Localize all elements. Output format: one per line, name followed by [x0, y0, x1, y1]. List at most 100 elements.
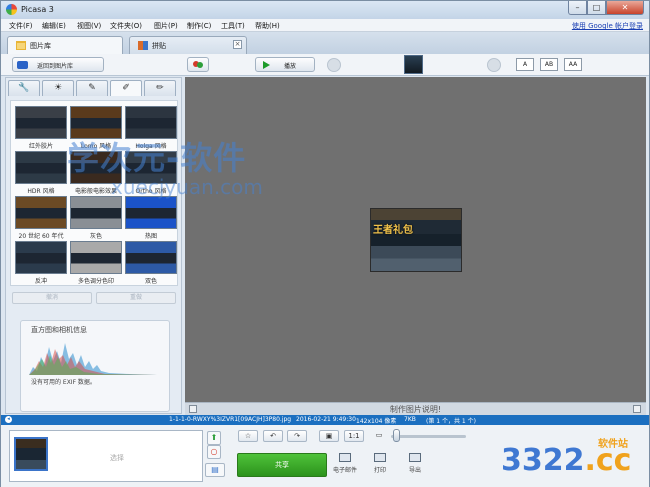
caption-right-box[interactable]	[633, 405, 641, 413]
rotate-right-button[interactable]: ↷	[287, 430, 307, 442]
picasa-logo-icon	[6, 4, 17, 15]
status-filename: 1-1-1-0-RWXY%3IZVR1[09ACJH]3P80.jpg	[169, 416, 292, 423]
effect-label: HDR 风格	[27, 188, 55, 195]
text-size-medium[interactable]: AB	[540, 58, 558, 71]
tray-box: 选择	[9, 430, 203, 482]
tab-tuning[interactable]: ☀	[42, 80, 74, 96]
tray-thumbnail[interactable]	[14, 437, 48, 471]
effect-preview[interactable]	[15, 196, 67, 229]
effect-label: 反冲	[34, 278, 47, 285]
google-signin-link[interactable]: 使用 Google 帐户登录	[572, 21, 643, 31]
menu-create[interactable]: 制作(C)	[187, 21, 211, 31]
menu-edit[interactable]: 编辑(E)	[42, 21, 66, 31]
effect-label: 灰色	[89, 233, 102, 240]
rotate-left-icon: ↶	[270, 432, 276, 440]
redo-button[interactable]: 重做	[96, 292, 176, 304]
status-dimensions: 142x104 像素	[356, 418, 397, 425]
main-photo[interactable]: 王者礼包	[370, 208, 462, 272]
status-nav-icon[interactable]: ◂	[5, 416, 12, 423]
star-button[interactable]: ☆	[238, 430, 258, 442]
effect-tile[interactable]: 红外胶片	[15, 106, 67, 150]
menu-file[interactable]: 文件(F)	[9, 21, 33, 31]
effect-tile[interactable]: 双色	[125, 241, 177, 285]
effect-tile[interactable]: 20 世纪 60 年代	[15, 196, 67, 240]
effect-tile[interactable]: 热图	[125, 196, 177, 240]
collaborate-icon	[193, 61, 203, 68]
tab-strip: 图片库 拼贴 ×	[1, 32, 649, 54]
play-icon	[263, 61, 270, 69]
effect-preview[interactable]	[15, 106, 67, 139]
histogram-title: 直方图和相机信息	[31, 326, 87, 334]
minimize-button[interactable]: –	[568, 1, 587, 15]
actual-size-button[interactable]: 1:1	[344, 430, 364, 442]
effect-preview[interactable]	[70, 196, 122, 229]
tab-close-icon[interactable]: ×	[233, 40, 242, 49]
close-button[interactable]: ✕	[606, 1, 644, 15]
prev-photo-button[interactable]	[327, 58, 341, 72]
play-slideshow-button[interactable]: 播放	[255, 57, 315, 72]
back-label: 返回到图片库	[37, 63, 74, 70]
effect-preview[interactable]	[125, 241, 177, 274]
effect-tile[interactable]: 灰色	[70, 196, 122, 240]
print-button[interactable]: 打印	[363, 453, 397, 479]
exif-message: 没有可用的 EXIF 数据。	[31, 379, 96, 386]
zoom-slider-knob[interactable]	[393, 429, 400, 442]
rotate-left-button[interactable]: ↶	[263, 430, 283, 442]
menu-tools[interactable]: 工具(T)	[221, 21, 245, 31]
print-label: 打印	[373, 467, 386, 474]
menu-picture[interactable]: 图片(P)	[154, 21, 178, 31]
export-button[interactable]: 导出	[398, 453, 432, 479]
effect-preview[interactable]	[70, 241, 122, 274]
effect-label: 双色	[144, 278, 157, 285]
window-title: Picasa 3	[21, 5, 54, 14]
menu-help[interactable]: 帮助(H)	[255, 21, 280, 31]
effect-preview[interactable]	[15, 241, 67, 274]
email-label: 电子邮件	[332, 467, 357, 474]
histogram-panel: 直方图和相机信息 没有可用的 EXIF 数据。	[20, 320, 170, 412]
tab-effects-1[interactable]: ✎	[76, 80, 108, 96]
fit-button[interactable]: ▣	[319, 430, 339, 442]
add-to-album-icon[interactable]: ▤	[205, 463, 225, 477]
tab-effects-3[interactable]: ✏	[144, 80, 176, 96]
effect-tile[interactable]: HDR 风格	[15, 151, 67, 195]
undo-button[interactable]: 撤消	[12, 292, 92, 304]
caption-placeholder[interactable]: 制作图片说明!	[185, 404, 646, 415]
effect-preview[interactable]	[125, 196, 177, 229]
picasa-window: Picasa 3 – □ ✕ 文件(F) 编辑(E) 视图(V) 文件夹(O) …	[0, 0, 650, 487]
hold-icon[interactable]: ⬆	[207, 431, 221, 445]
clear-icon[interactable]: ○	[207, 445, 221, 459]
tab-library[interactable]: 图片库	[7, 36, 123, 54]
menu-view[interactable]: 视图(V)	[77, 21, 101, 31]
watermark-title: 学次元-软件	[67, 139, 247, 177]
tab-collage-label: 拼贴	[152, 42, 166, 50]
menu-folder[interactable]: 文件夹(O)	[110, 21, 142, 31]
tab-basic-fixes[interactable]: 🔧	[8, 80, 40, 96]
text-size-large[interactable]: AA	[564, 58, 582, 71]
zoom-slider-track[interactable]	[391, 435, 466, 438]
title-bar: Picasa 3 – □ ✕	[1, 1, 649, 19]
effect-tile[interactable]: 反冲	[15, 241, 67, 285]
effect-preview[interactable]	[15, 151, 67, 184]
status-filesize: 7KB	[404, 416, 416, 423]
back-to-library-button[interactable]: 返回到图片库	[12, 57, 104, 72]
next-photo-button[interactable]	[487, 58, 501, 72]
effect-tile[interactable]: 多色调分色印	[70, 241, 122, 285]
text-size-small[interactable]: A	[516, 58, 534, 71]
maximize-button[interactable]: □	[587, 1, 606, 15]
current-photo-thumbnail[interactable]	[404, 55, 423, 74]
edit-tabs: 🔧 ☀ ✎ ✐ ✏	[6, 78, 181, 96]
status-bar: ◂ 1-1-1-0-RWXY%3IZVR1[09ACJH]3P80.jpg 20…	[1, 415, 649, 425]
tab-effects-2[interactable]: ✐	[110, 80, 142, 96]
watermark-brand-number: 3322	[501, 443, 585, 478]
caption-bar[interactable]: 制作图片说明!	[185, 402, 646, 415]
email-button[interactable]: 电子邮件	[328, 453, 362, 479]
collaborate-button[interactable]	[187, 57, 209, 72]
tab-collage[interactable]: 拼贴 ×	[129, 36, 247, 54]
status-position: (第 1 个，共 1 个)	[426, 418, 476, 425]
watermark-brand-tag: 软件站	[598, 439, 628, 450]
export-icon	[409, 453, 421, 462]
printer-icon	[374, 453, 386, 462]
library-icon	[16, 41, 26, 50]
zoom-out-icon[interactable]: ▭	[369, 430, 389, 442]
share-button[interactable]: 共享	[237, 453, 327, 477]
